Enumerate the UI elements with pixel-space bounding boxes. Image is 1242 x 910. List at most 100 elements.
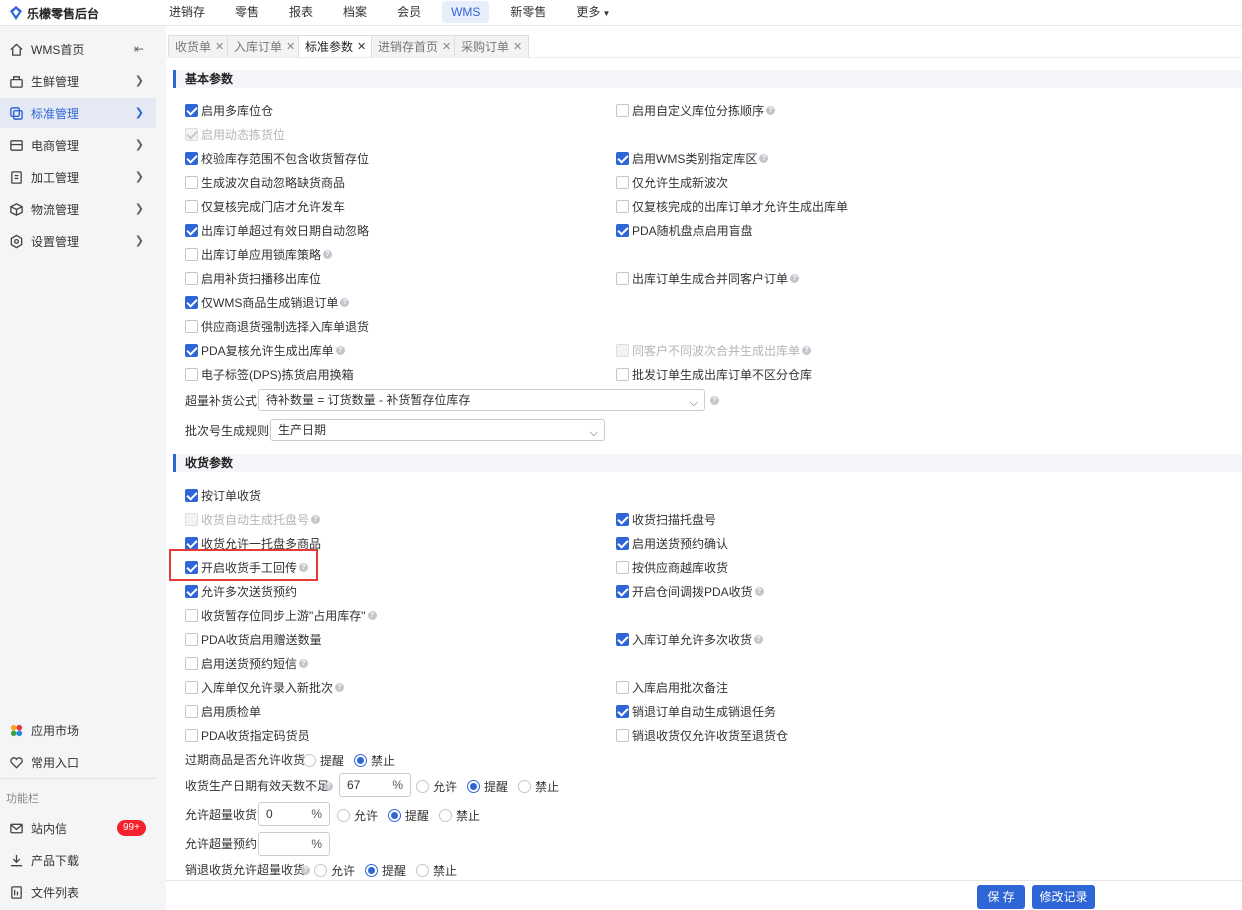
sidebar-item-ecommerce[interactable]: 电商管理 ❯ xyxy=(0,130,156,160)
basic-option[interactable]: 出库订单生成合并同客户订单? xyxy=(616,270,800,286)
nav-archive[interactable]: 档案 xyxy=(334,1,376,23)
checkbox[interactable] xyxy=(616,151,629,165)
checkbox[interactable] xyxy=(616,680,629,694)
nav-more[interactable]: 更多 ▼ xyxy=(567,1,619,23)
return-option-forbid[interactable]: 禁止 xyxy=(416,862,457,879)
close-icon[interactable]: ✕ xyxy=(442,36,451,58)
basic-option[interactable]: 生成波次自动忽略缺货商品 xyxy=(185,174,345,190)
basic-option[interactable]: PDA复核允许生成出库单? xyxy=(185,342,345,358)
basic-option[interactable]: 启用自定义库位分拣顺序? xyxy=(616,102,776,118)
basic-option[interactable]: 启用补货扫播移出库位 xyxy=(185,270,321,286)
over-option-remind[interactable]: 提醒 xyxy=(388,807,429,824)
app-logo[interactable]: 乐檬零售后台 xyxy=(8,4,99,22)
radio[interactable] xyxy=(314,863,327,877)
receive-option[interactable]: 允许多次送货预约 xyxy=(185,583,297,599)
basic-option[interactable]: 校验库存范围不包含收货暂存位 xyxy=(185,150,369,166)
basic-option[interactable]: 仅WMS商品生成销退订单? xyxy=(185,294,350,310)
checkbox[interactable] xyxy=(616,271,629,285)
basic-option[interactable]: 启用WMS类别指定库区? xyxy=(616,150,769,166)
sidebar-item-standard[interactable]: 标准管理 ❯ xyxy=(0,98,156,128)
receive-option[interactable]: 收货扫描托盘号 xyxy=(616,511,716,527)
basic-option[interactable]: 仅允许生成新波次 xyxy=(616,174,728,190)
radio[interactable] xyxy=(467,779,481,793)
receive-option[interactable]: 收货暂存位同步上游"占用库存"? xyxy=(185,607,377,623)
checkbox[interactable] xyxy=(185,704,198,718)
close-icon[interactable]: ✕ xyxy=(286,36,295,58)
receive-option[interactable]: PDA收货指定码货员 xyxy=(185,727,310,743)
radio[interactable] xyxy=(416,863,430,877)
checkbox[interactable] xyxy=(616,632,629,646)
receive-option[interactable]: 入库单仅允许录入新批次? xyxy=(185,679,345,695)
close-icon[interactable]: ✕ xyxy=(513,36,522,58)
checkbox[interactable] xyxy=(616,175,629,189)
sidebar-app-market[interactable]: 应用市场 xyxy=(0,715,156,745)
help-icon[interactable]: ? xyxy=(754,586,764,596)
receive-option[interactable]: 入库订单允许多次收货? xyxy=(616,631,764,647)
checkbox[interactable] xyxy=(185,127,198,141)
basic-option[interactable]: 出库订单应用锁库策略? xyxy=(185,246,333,262)
sidebar-item-logistics[interactable]: 物流管理 ❯ xyxy=(0,194,156,224)
checkbox[interactable] xyxy=(616,512,629,526)
help-icon[interactable]: ? xyxy=(299,658,309,668)
basic-option[interactable]: 电子标签(DPS)拣货启用换箱 xyxy=(185,366,354,382)
radio[interactable] xyxy=(303,753,316,767)
nav-reports[interactable]: 报表 xyxy=(280,1,322,23)
help-icon[interactable]: ? xyxy=(301,866,310,875)
tab-standard-params[interactable]: 标准参数 ✕ xyxy=(298,35,374,58)
tab-receipt[interactable]: 收货单 ✕ xyxy=(168,35,232,58)
basic-option[interactable]: 启用动态拣货位 xyxy=(185,126,285,142)
checkbox[interactable] xyxy=(185,103,198,117)
radio[interactable] xyxy=(365,863,379,877)
help-icon[interactable]: ? xyxy=(323,249,333,259)
help-icon[interactable]: ? xyxy=(324,782,333,791)
receive-option[interactable]: 收货自动生成托盘号? xyxy=(185,511,321,527)
receive-option[interactable]: 销退收货仅允许收货至退货仓 xyxy=(616,727,788,743)
receive-option[interactable]: 开启仓间调拨PDA收货? xyxy=(616,583,764,599)
prod-days-input[interactable]: 67 % xyxy=(339,773,411,797)
checkbox[interactable] xyxy=(185,512,198,526)
nav-wms[interactable]: WMS xyxy=(442,1,490,23)
receive-option[interactable]: 销退订单自动生成销退任务 xyxy=(616,703,776,719)
basic-option[interactable]: 仅复核完成门店才允许发车 xyxy=(185,198,345,214)
history-button[interactable]: 修改记录 xyxy=(1032,885,1095,909)
checkbox[interactable] xyxy=(185,247,198,261)
receive-option[interactable]: 入库启用批次备注 xyxy=(616,679,728,695)
prod-option-remind[interactable]: 提醒 xyxy=(467,778,508,795)
help-icon[interactable]: ? xyxy=(710,396,719,405)
sidebar-files[interactable]: 文件列表 xyxy=(0,877,156,907)
basic-option[interactable]: 仅复核完成的出库订单才允许生成出库单 xyxy=(616,198,848,214)
checkbox[interactable] xyxy=(185,271,198,285)
batch-select[interactable]: 生产日期 ⌵ xyxy=(270,419,605,441)
checkbox[interactable] xyxy=(185,319,198,333)
radio[interactable] xyxy=(388,808,402,822)
expire-option-remind[interactable]: 提醒 xyxy=(303,752,344,769)
checkbox[interactable] xyxy=(185,151,198,165)
nav-retail[interactable]: 零售 xyxy=(226,1,268,23)
prod-option-allow[interactable]: 允许 xyxy=(416,778,457,795)
checkbox[interactable] xyxy=(185,295,198,309)
checkbox[interactable] xyxy=(185,367,198,381)
sidebar-download[interactable]: 产品下载 xyxy=(0,845,156,875)
sidebar-common-entry[interactable]: 常用入口 xyxy=(0,747,156,777)
checkbox[interactable] xyxy=(616,728,629,742)
nav-member[interactable]: 会员 xyxy=(388,1,430,23)
basic-option[interactable]: PDA随机盘点启用盲盘 xyxy=(616,222,753,238)
basic-option[interactable]: 供应商退货强制选择入库单退货 xyxy=(185,318,369,334)
help-icon[interactable]: ? xyxy=(311,514,321,524)
save-button[interactable]: 保 存 xyxy=(977,885,1025,909)
checkbox[interactable] xyxy=(616,343,629,357)
close-icon[interactable]: ✕ xyxy=(357,36,366,58)
help-icon[interactable]: ? xyxy=(754,634,764,644)
checkbox[interactable] xyxy=(185,343,198,357)
radio[interactable] xyxy=(337,808,350,822)
help-icon[interactable]: ? xyxy=(802,345,812,355)
receive-option[interactable]: PDA收货启用赠送数量 xyxy=(185,631,322,647)
checkbox[interactable] xyxy=(185,728,198,742)
checkbox[interactable] xyxy=(185,656,198,670)
close-icon[interactable]: ✕ xyxy=(215,36,224,58)
checkbox[interactable] xyxy=(185,488,198,502)
checkbox[interactable] xyxy=(616,560,629,574)
radio[interactable] xyxy=(439,808,453,822)
checkbox[interactable] xyxy=(185,680,198,694)
sidebar-item-fresh[interactable]: 生鲜管理 ❯ xyxy=(0,66,156,96)
